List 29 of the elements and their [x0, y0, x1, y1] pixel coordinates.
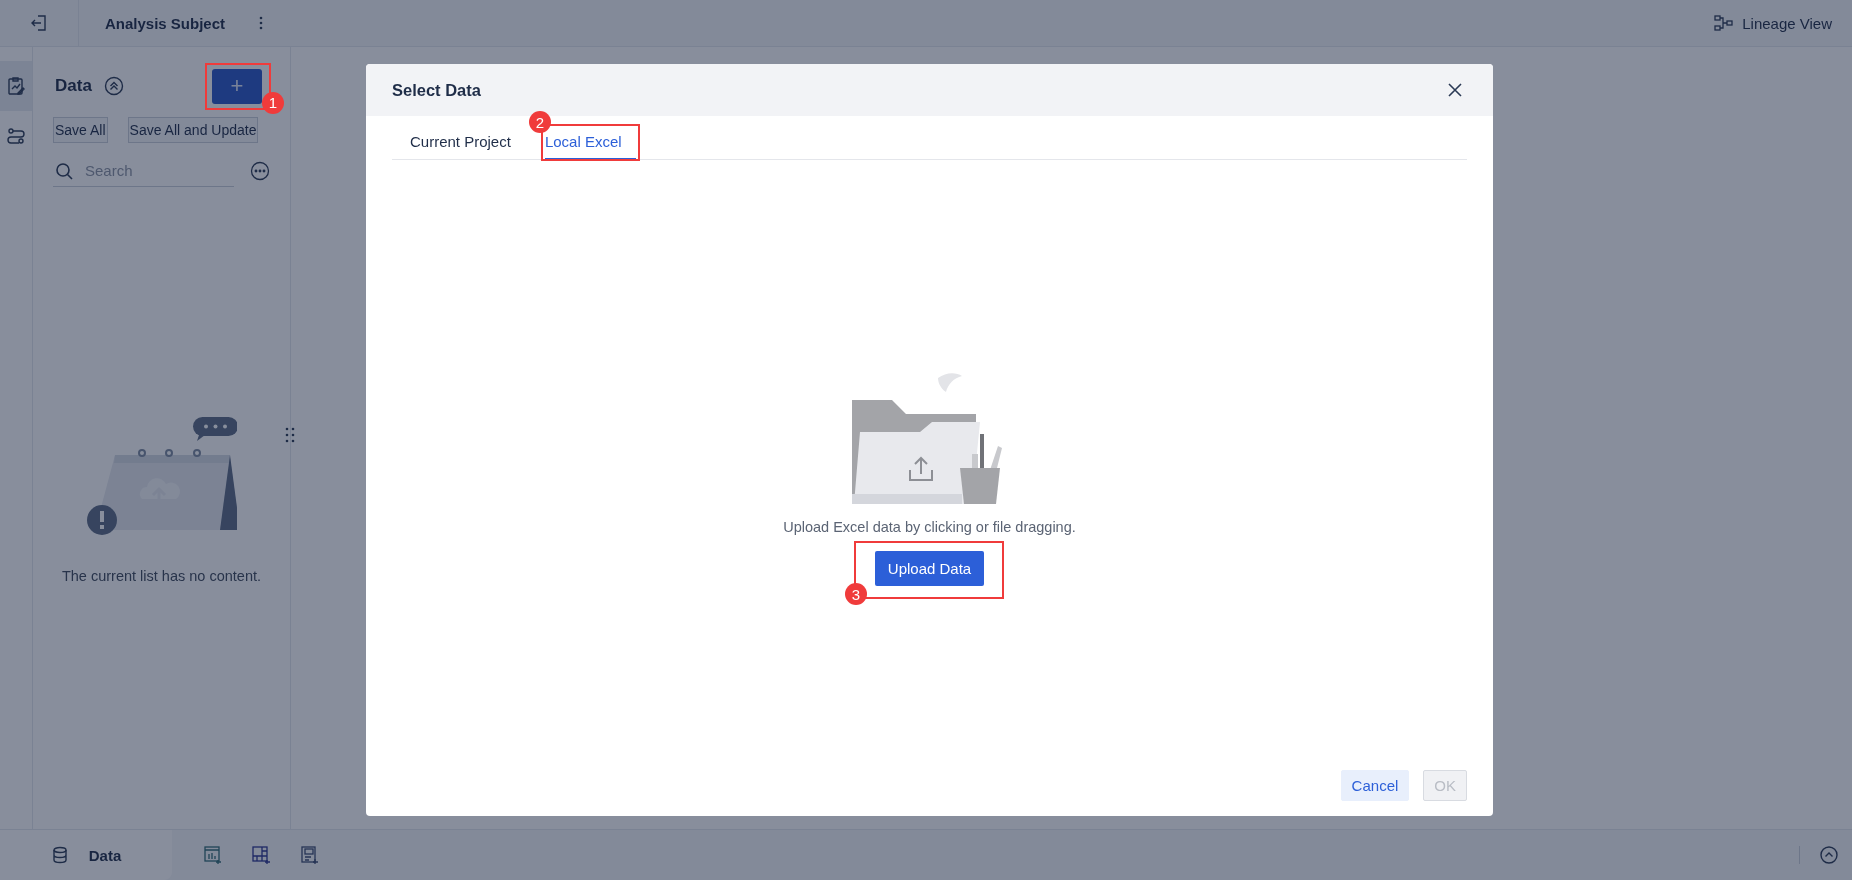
dialog-title: Select Data [392, 80, 481, 100]
save-button[interactable]: Save All [53, 117, 108, 143]
data-tab[interactable]: Data [0, 830, 172, 880]
more-options-icon[interactable] [259, 16, 264, 30]
empty-message: The current list has no content. [61, 568, 262, 584]
lineage-view-button[interactable]: Lineage View [1710, 10, 1836, 36]
lineage-icon [1714, 15, 1735, 31]
expand-up-icon[interactable] [1820, 846, 1838, 864]
add-table-icon[interactable] [252, 845, 272, 865]
chart-edit-icon[interactable] [0, 61, 32, 111]
upload-data-button[interactable]: Upload Data [874, 551, 985, 586]
add-button[interactable]: + [212, 68, 262, 104]
search-field[interactable]: Search [83, 161, 187, 180]
more-icon[interactable] [250, 161, 270, 181]
search-icon [55, 161, 73, 180]
upload-hint: Upload Excel data by clicking or file dragging. [783, 519, 1076, 535]
exit-icon[interactable] [30, 14, 48, 32]
cancel-button[interactable]: Cancel [1340, 770, 1410, 801]
collapse-icon[interactable] [103, 76, 124, 96]
subject-title: Analysis Subject [105, 14, 226, 32]
save-button[interactable]: Save All and Update [127, 117, 259, 143]
step-badge: 1 [262, 91, 284, 114]
add-chart-icon[interactable] [204, 845, 224, 865]
panel-title: Data [55, 76, 92, 96]
dialog-tab[interactable]: Current Project [410, 128, 525, 160]
step-badge: 3 [844, 583, 867, 605]
add-report-icon[interactable] [300, 845, 320, 865]
database-icon [50, 846, 69, 864]
step-badge: 2 [528, 111, 551, 133]
